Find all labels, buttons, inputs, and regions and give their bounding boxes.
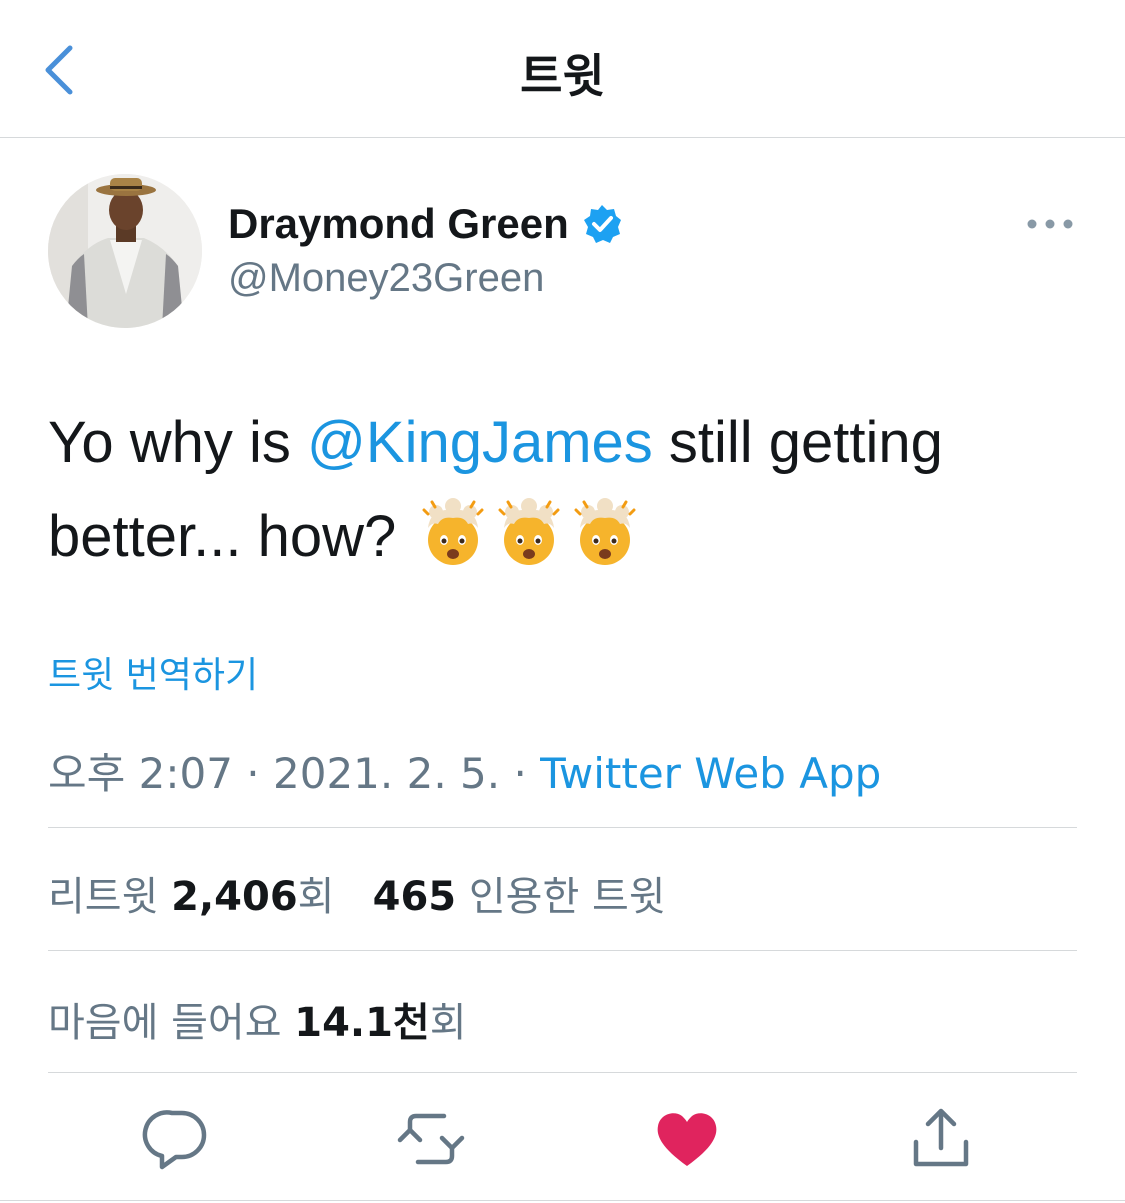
author-name-text: Draymond Green (228, 200, 569, 247)
divider (0, 1200, 1125, 1201)
tweet-source-link[interactable]: Twitter Web App (540, 749, 881, 798)
retweet-icon (397, 1113, 465, 1165)
tweet-text-part: Yo why is (48, 410, 307, 475)
retweet-count: 2,406 (171, 874, 298, 920)
divider (48, 827, 1077, 828)
like-count: 14.1천 (294, 1000, 430, 1046)
retweet-suffix: 회 (297, 874, 335, 920)
more-options-button[interactable] (1024, 206, 1076, 242)
tweet-meta: 오후 2:07 · 2021. 2. 5. · Twitter Web App (48, 740, 881, 801)
more-dots-icon (1027, 219, 1073, 229)
like-suffix: 회 (429, 1000, 467, 1046)
tweet-date: 2021. 2. 5. (273, 749, 501, 798)
quote-label: 인용한 트윗 (468, 874, 666, 920)
exploding-head-emoji-icon (574, 498, 636, 565)
exploding-head-emoji-icon (422, 498, 484, 565)
share-icon (913, 1108, 969, 1167)
meta-separator: · (500, 749, 541, 798)
mention-link[interactable]: @KingJames (307, 410, 653, 475)
divider (48, 1072, 1077, 1073)
retweet-button[interactable] (396, 1104, 466, 1174)
author-handle[interactable]: @Money23Green (228, 256, 544, 301)
tweet-actions (0, 1104, 1125, 1174)
like-label: 마음에 들어요 (48, 1000, 282, 1046)
reply-icon (142, 1110, 207, 1170)
nav-bar: 트윗 (0, 0, 1125, 138)
author-name[interactable]: Draymond Green (228, 200, 623, 248)
page-title: 트윗 (520, 49, 605, 103)
quote-count: 465 (372, 874, 457, 920)
translate-tweet-link[interactable]: 트윗 번역하기 (48, 646, 258, 698)
reply-button[interactable] (142, 1104, 212, 1174)
heart-icon (657, 1113, 717, 1166)
profile-photo (48, 174, 202, 328)
quote-stat[interactable]: 465 인용한 트윗 (373, 874, 666, 920)
divider (48, 950, 1077, 951)
exploding-head-emoji-icon (498, 498, 560, 565)
meta-separator: · (232, 749, 274, 798)
share-button[interactable] (906, 1104, 976, 1174)
tweet-text: Yo why is @KingJames still getting bette… (48, 396, 1088, 584)
like-button[interactable] (652, 1104, 722, 1174)
retweet-label: 리트윗 (48, 874, 159, 920)
verified-badge-icon (583, 205, 621, 243)
like-stats-row[interactable]: 마음에 들어요 14.1천회 (48, 990, 467, 1048)
retweet-stats-row: 리트윗 2,406회 465 인용한 트윗 (48, 864, 666, 922)
tweet-time: 오후 2:07 (48, 749, 233, 798)
avatar[interactable] (48, 174, 202, 328)
retweet-stat[interactable]: 리트윗 2,406회 (48, 874, 334, 920)
